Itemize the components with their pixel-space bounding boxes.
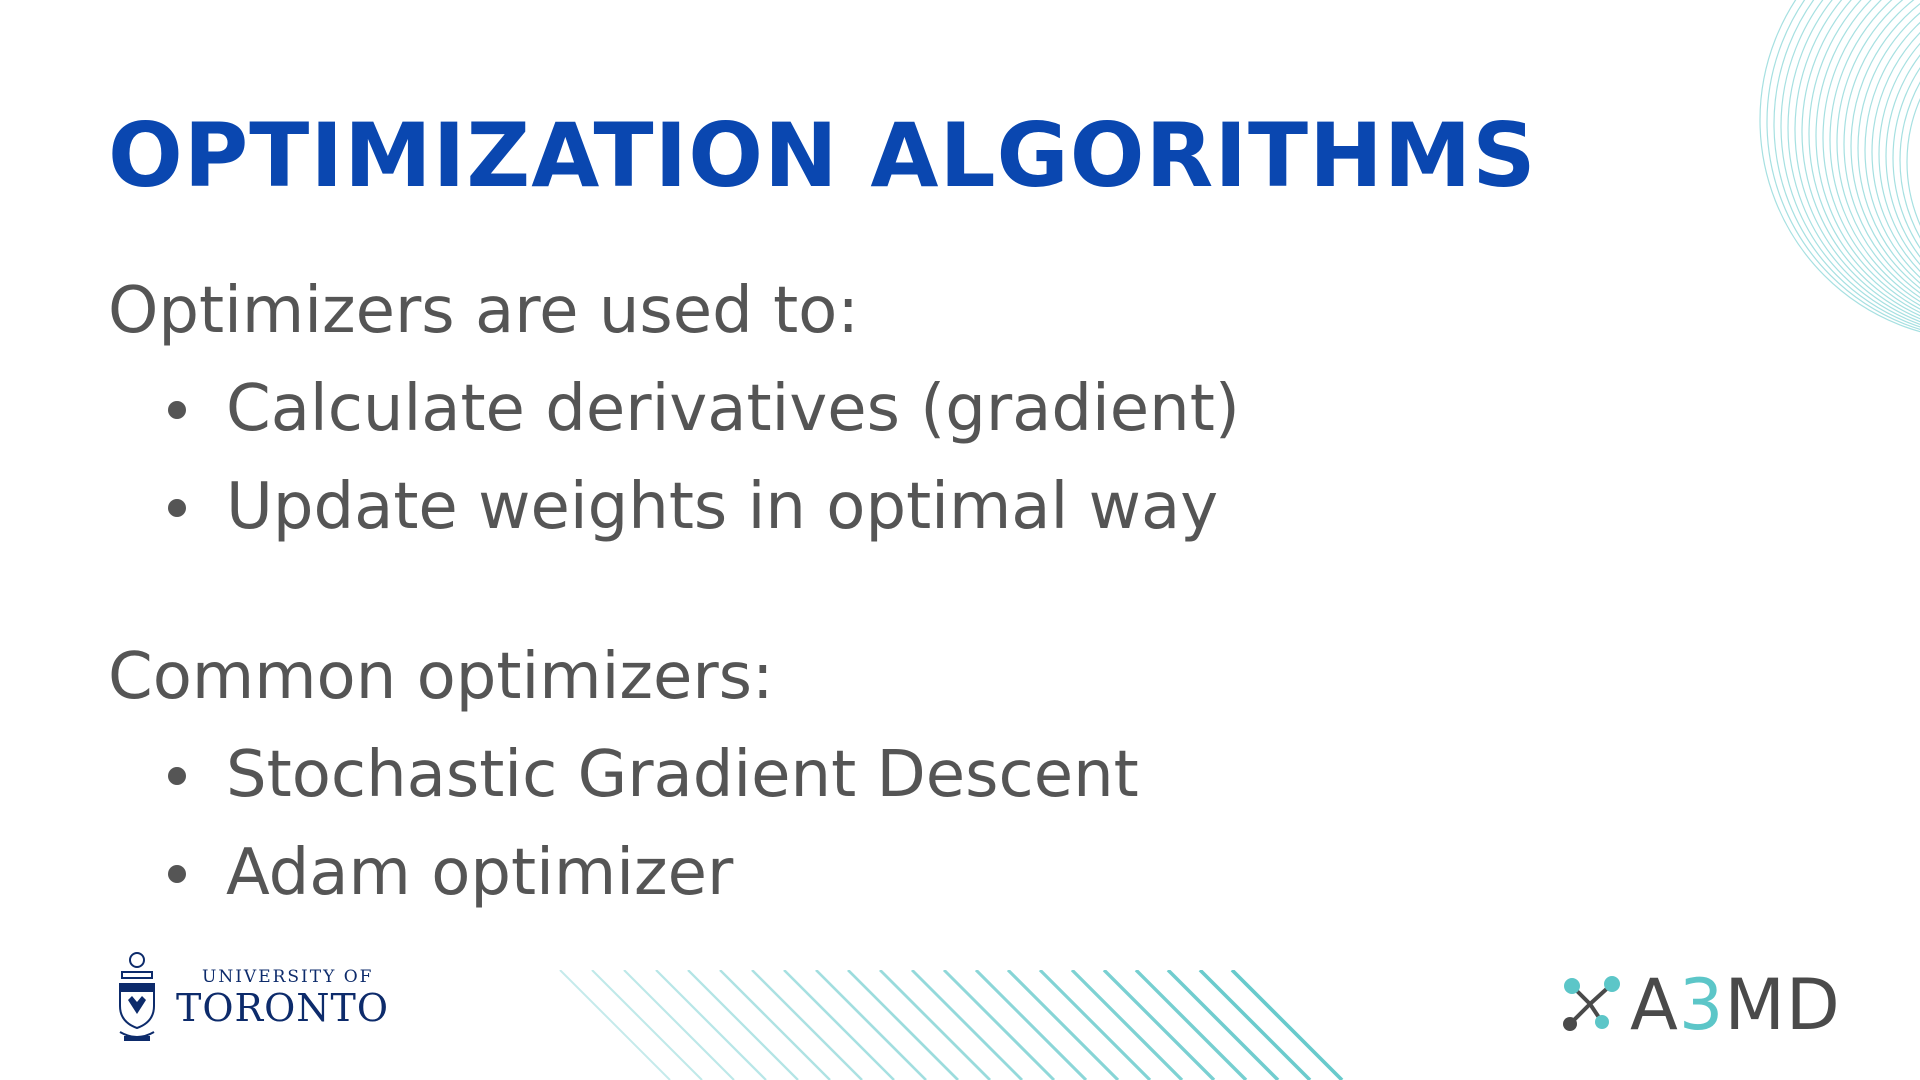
university-wordmark-bottom: TORONTO [176,986,390,1030]
section-heading: Optimizers are used to: [108,274,859,348]
list-item: Calculate derivatives (gradient) [168,360,1240,458]
section-heading: Common optimizers: [108,640,774,714]
university-crest-icon [119,952,155,1041]
slide: OPTIMIZATION ALGORITHMS Optimizers are u… [0,0,1920,1080]
molecule-network-icon [1563,976,1620,1031]
a3md-wordmark-md: MD [1724,964,1841,1046]
list-item: Update weights in optimal way [168,458,1240,556]
decorative-arcs [1759,0,1920,333]
bullet-list: Calculate derivatives (gradient) Update … [108,360,1240,556]
decorative-stripes [559,970,1344,1080]
university-wordmark-top: UNIVERSITY OF [202,967,374,987]
bullet-icon [168,767,186,785]
bullet-list: Stochastic Gradient Descent Adam optimiz… [108,726,1240,922]
list-item: Stochastic Gradient Descent [168,726,1240,824]
list-item-text: Calculate derivatives (gradient) [226,372,1240,446]
slide-title: OPTIMIZATION ALGORITHMS [108,104,1537,207]
a3md-wordmark-a: A [1630,964,1679,1046]
slide-body: Optimizers are used to: Calculate deriva… [108,262,1240,922]
bullet-icon [168,865,186,883]
university-of-toronto-logo: UNIVERSITY OF TORONTO [112,948,389,1046]
bullet-icon [168,401,186,419]
a3md-logo: A3MD [1558,970,1841,1040]
list-item-text: Update weights in optimal way [226,470,1219,544]
list-item-text: Stochastic Gradient Descent [226,738,1139,812]
a3md-wordmark-3: 3 [1678,964,1725,1046]
a3md-wordmark: A3MD [1630,970,1841,1040]
university-wordmark: UNIVERSITY OF TORONTO [176,966,389,1028]
list-item-text: Adam optimizer [226,836,734,910]
bullet-icon [168,499,186,517]
list-item: Adam optimizer [168,824,1240,922]
